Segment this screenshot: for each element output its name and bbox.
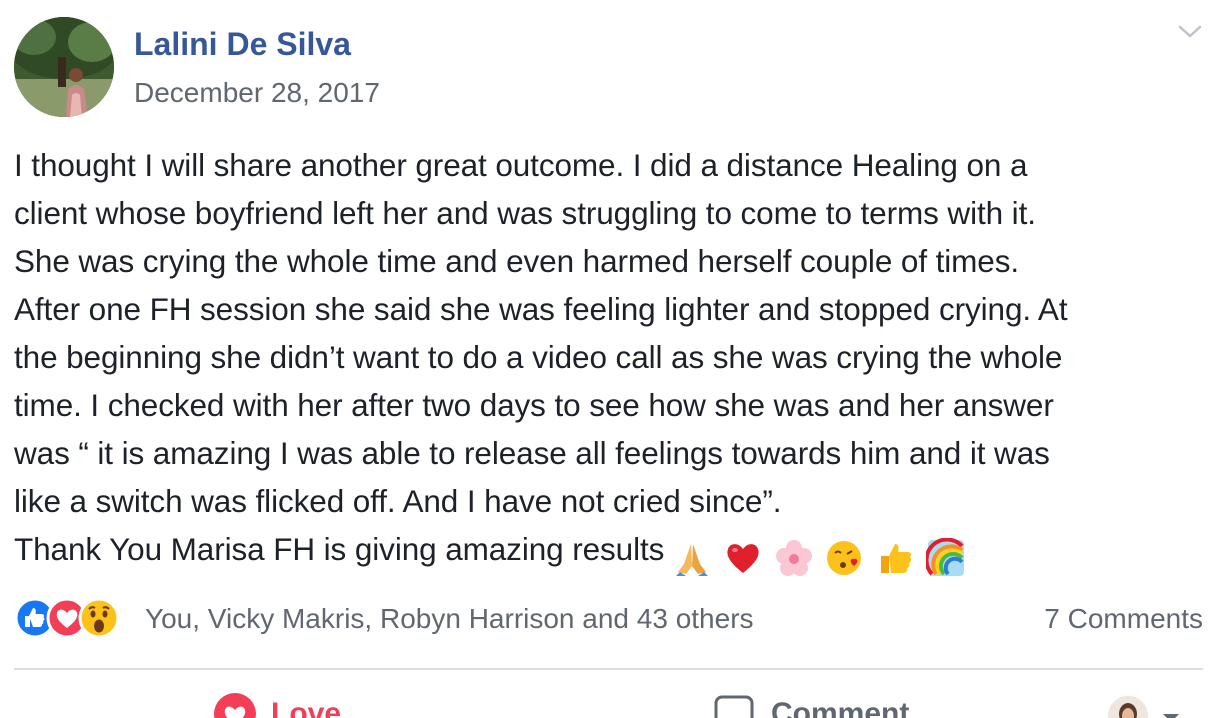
reaction-names-link[interactable]: You, Vicky Makris, Robyn Harrison and 43…	[145, 603, 754, 635]
love-reaction-icon	[214, 693, 256, 718]
folded-hands-icon	[676, 543, 709, 576]
post-body: I thought I will share another great out…	[14, 141, 1214, 579]
viewer-photo	[1108, 696, 1148, 718]
emoji-group	[672, 531, 967, 579]
comment-count-link[interactable]: 7 Comments	[1044, 603, 1203, 635]
cherry-blossom-icon	[775, 539, 812, 576]
post-body-line: Thank You Marisa FH is giving amazing re…	[14, 531, 665, 567]
author-avatar[interactable]	[14, 17, 114, 117]
chevron-down-icon[interactable]	[1176, 22, 1204, 42]
love-button[interactable]: Love	[213, 693, 342, 718]
post-body-line: was “ it is amazing I was able to releas…	[14, 435, 1050, 471]
post-body-last-line: Thank You Marisa FH is giving amazing re…	[14, 525, 1214, 579]
facebook-post: Lalini De Silva December 28, 2017 I thou…	[0, 0, 1219, 718]
post-date[interactable]: December 28, 2017	[134, 77, 380, 109]
avatar-photo	[14, 17, 114, 117]
post-body-line: like a switch was flicked off. And I hav…	[14, 483, 782, 519]
face-blowing-kiss-icon	[827, 540, 862, 575]
caret-down-icon[interactable]	[1160, 712, 1182, 718]
post-body-line: She was crying the whole time and even h…	[14, 243, 1020, 279]
wow-icon[interactable]	[78, 597, 120, 639]
comment-button[interactable]: Comment	[713, 694, 909, 718]
divider	[14, 668, 1203, 670]
post-body-line: time. I checked with her after two days …	[14, 387, 1054, 423]
rainbow-icon	[925, 537, 964, 576]
love-button-label: Love	[271, 697, 342, 718]
thumbs-up-icon	[880, 543, 912, 573]
post-body-line: After one FH session she said she was fe…	[14, 291, 1068, 327]
post-body-line: the beginning she didn’t want to do a vi…	[14, 339, 1063, 375]
comment-button-label: Comment	[771, 697, 910, 718]
red-heart-icon	[727, 543, 759, 573]
comment-icon	[714, 695, 754, 718]
viewer-avatar[interactable]	[1108, 696, 1148, 718]
post-body-line: I thought I will share another great out…	[14, 147, 1028, 183]
post-body-line: client whose boyfriend left her and was …	[14, 195, 1036, 231]
author-name[interactable]: Lalini De Silva	[134, 25, 351, 63]
